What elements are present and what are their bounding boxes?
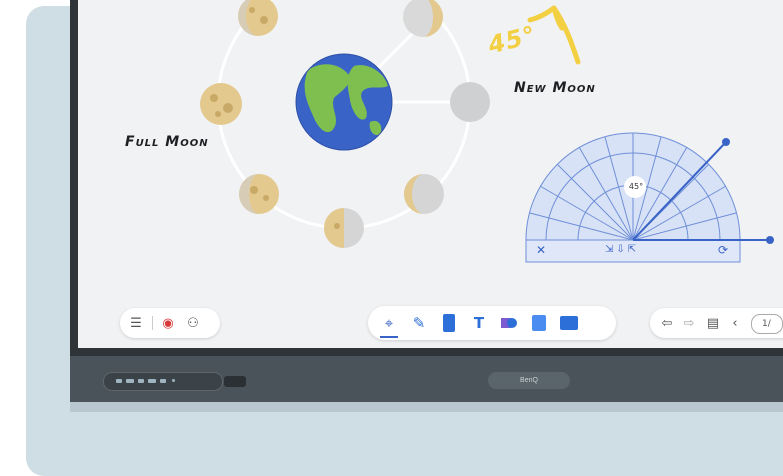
protractor-mode-icons[interactable]: ⇲⇩⇱ — [605, 244, 639, 255]
active-tool-underline — [380, 336, 398, 338]
add-user-icon[interactable]: ⚇ — [184, 315, 202, 331]
protractor — [525, 132, 774, 263]
full-moon-label: Full Moon — [125, 134, 209, 150]
record-icon[interactable]: ◉ — [160, 315, 176, 331]
pen-tool[interactable]: ✎ — [408, 312, 430, 334]
moon-top-right — [403, 0, 443, 37]
undo-icon[interactable]: ⇦ — [658, 314, 676, 332]
earth — [295, 53, 393, 151]
moon-top-left — [238, 0, 278, 36]
display-bezel: BenQ — [70, 356, 783, 402]
redo-icon[interactable]: ⇨ — [680, 314, 698, 332]
toolbox-tool[interactable] — [558, 312, 580, 334]
toolbar-divider — [152, 316, 153, 330]
notes-icon[interactable]: ▤ — [704, 314, 722, 332]
protractor-rotate-icon[interactable]: ⟳ — [718, 243, 728, 257]
left-toolbar: ☰ ◉ ⚇ — [120, 308, 220, 338]
center-toolbar: ⌖ ✎ T — [368, 306, 616, 340]
select-tool[interactable]: ⌖ — [378, 312, 400, 334]
right-toolbar: ⇦ ⇨ ▤ ‹ 1/ — [650, 308, 783, 338]
front-ports — [103, 372, 246, 391]
moon-bottom — [324, 208, 364, 248]
whiteboard-drawing — [200, 0, 774, 263]
whiteboard-canvas[interactable]: 45° ✕ ⇲⇩⇱ ⟳ New Moon Full Moon 45° ☰ ◉ ⚇… — [78, 0, 783, 348]
moon-bottom-left — [239, 174, 279, 214]
handwritten-arrow — [527, 5, 581, 65]
brand-logo: BenQ — [488, 372, 570, 389]
moon-bottom-right — [404, 174, 444, 214]
moon-new — [450, 82, 490, 122]
protractor-angle-badge: 45° — [628, 182, 644, 191]
protractor-close-icon[interactable]: ✕ — [536, 243, 546, 257]
new-moon-label: New Moon — [514, 80, 596, 96]
image-tool[interactable] — [528, 312, 550, 334]
previous-page-icon[interactable]: ‹ — [728, 314, 742, 332]
page-indicator[interactable]: 1/ — [751, 314, 783, 334]
shapes-tool[interactable] — [498, 312, 520, 334]
eraser-tool[interactable] — [438, 312, 460, 334]
moon-full — [200, 83, 242, 125]
display-shadow — [70, 402, 783, 412]
interactive-display: 45° ✕ ⇲⇩⇱ ⟳ New Moon Full Moon 45° ☰ ◉ ⚇… — [70, 0, 783, 402]
text-tool[interactable]: T — [468, 312, 490, 334]
menu-icon[interactable]: ☰ — [128, 315, 144, 331]
